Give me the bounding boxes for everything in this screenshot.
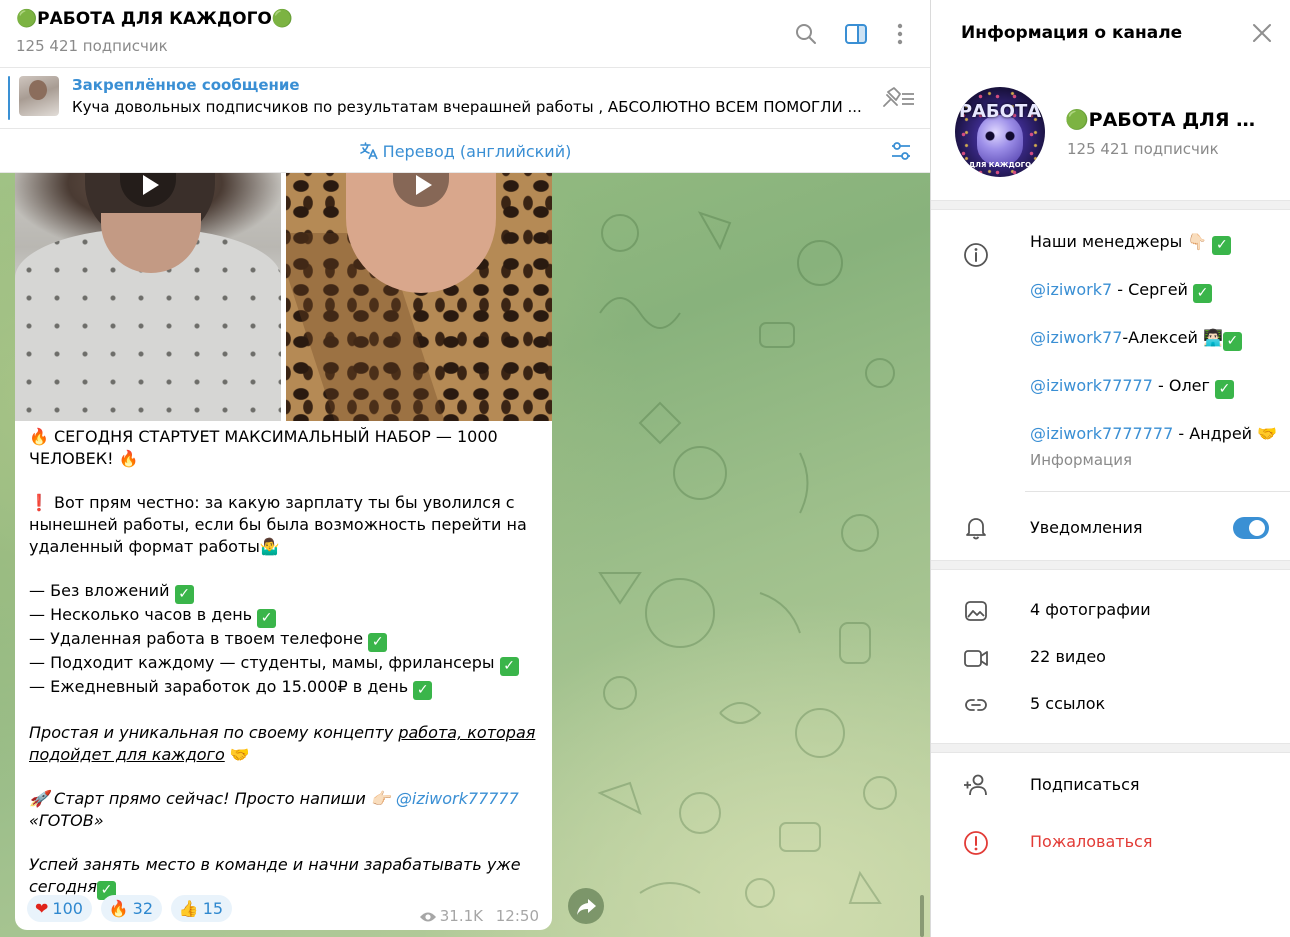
view-count: 31.1K xyxy=(439,907,483,925)
check-icon: ✓ xyxy=(1215,380,1235,399)
fire-icon: 🔥 xyxy=(108,899,129,918)
post-time: 12:50 xyxy=(495,907,539,925)
section-divider xyxy=(931,200,1290,210)
check-icon: ✓ xyxy=(257,609,277,628)
channel-avatar[interactable]: РАБОТА ДЛЯ КАЖДОГО xyxy=(955,87,1045,177)
pinned-thumbnail xyxy=(19,76,59,116)
media-videos[interactable]: 22 видео xyxy=(1030,647,1106,666)
mention-link[interactable]: @iziwork77777 xyxy=(396,789,519,808)
chat-scrollbar[interactable] xyxy=(920,895,924,937)
managers-heading: Наши менеджеры 👇🏻 ✓ xyxy=(1030,232,1232,255)
manager-link[interactable]: @iziwork77 xyxy=(1030,328,1122,347)
manager-line: @iziwork7777777 - Андрей 🤝 xyxy=(1030,424,1278,443)
manager-link[interactable]: @iziwork7777777 xyxy=(1030,424,1173,443)
media-links[interactable]: 5 ссылок xyxy=(1030,694,1105,713)
channel-post[interactable]: 🔥 СЕГОДНЯ СТАРТУЕТ МАКСИМАЛЬНЫЙ НАБОР — … xyxy=(15,173,552,930)
check-icon: ✓ xyxy=(413,681,433,700)
manager-line: @iziwork77-Алексей 👨🏻‍💻 ✓ xyxy=(1030,328,1242,351)
post-meta: 31.1K 12:50 xyxy=(419,907,539,925)
bell-icon xyxy=(966,518,986,540)
post-text: 🔥 СЕГОДНЯ СТАРТУЕТ МАКСИМАЛЬНЫЙ НАБОР — … xyxy=(29,426,539,900)
more-options-icon[interactable] xyxy=(888,22,912,46)
notifications-toggle[interactable] xyxy=(1233,517,1269,539)
thin-divider xyxy=(1025,491,1290,492)
reaction-thumbs-up[interactable]: 👍 15 xyxy=(170,895,233,922)
bullet-item: — Ежедневный заработок до 15.000₽ в день… xyxy=(29,676,539,700)
eye-icon xyxy=(419,912,436,922)
notifications-label: Уведомления xyxy=(1030,518,1143,537)
info-label: Информация xyxy=(1030,451,1133,469)
check-icon: ✓ xyxy=(1193,284,1213,303)
post-concept: Простая и уникальная по своему концепту … xyxy=(29,723,536,764)
pin-list-icon[interactable] xyxy=(880,86,918,110)
subscribe-button[interactable]: Подписаться xyxy=(1030,775,1140,794)
bullet-item: — Без вложений ✓ xyxy=(29,580,539,604)
check-icon: ✓ xyxy=(1222,332,1242,351)
play-icon[interactable] xyxy=(120,173,176,207)
check-icon: ✓ xyxy=(1212,236,1232,255)
bullet-item: — Подходит каждому — студенты, мамы, фри… xyxy=(29,652,539,676)
media-photos[interactable]: 4 фотографии xyxy=(1030,600,1151,619)
chat-subscriber-count: 125 421 подписчик xyxy=(16,37,168,55)
check-icon: ✓ xyxy=(174,585,194,604)
bullet-item: — Удаленная работа в твоем телефоне ✓ xyxy=(29,628,539,652)
channel-subscriber-count: 125 421 подписчик xyxy=(1067,140,1219,158)
translate-label: Перевод (английский) xyxy=(382,142,572,161)
translate-settings-icon[interactable] xyxy=(889,139,913,163)
manager-line: @iziwork7 - Сергей ✓ xyxy=(1030,280,1213,303)
share-icon xyxy=(577,899,596,915)
close-icon[interactable] xyxy=(1251,22,1273,44)
channel-info-panel: Информация о канале РАБОТА ДЛЯ КАЖДОГО 🟢… xyxy=(930,0,1290,937)
check-icon: ✓ xyxy=(499,657,519,676)
translate-bar[interactable]: Перевод (английский) xyxy=(0,129,930,173)
post-question: ❗ Вот прям честно: за какую зарплату ты … xyxy=(29,493,527,556)
check-icon: ✓ xyxy=(368,633,388,652)
post-headline-2: ЧЕЛОВЕК! 🔥 xyxy=(29,449,139,468)
video-icon xyxy=(964,650,988,667)
section-divider xyxy=(931,743,1290,753)
post-start-2: «ГОТОВ» xyxy=(29,811,104,830)
post-headline: 🔥 СЕГОДНЯ СТАРТУЕТ МАКСИМАЛЬНЫЙ НАБОР — … xyxy=(29,427,498,446)
section-divider xyxy=(931,560,1290,570)
share-button[interactable] xyxy=(568,888,604,924)
heart-icon: ❤ xyxy=(35,899,49,918)
report-button[interactable]: Пожаловаться xyxy=(1030,832,1152,851)
channel-name: 🟢РАБОТА ДЛЯ КАЖДОГО xyxy=(1065,109,1265,131)
add-user-icon xyxy=(964,774,987,796)
video-thumbnail-1[interactable] xyxy=(15,173,281,421)
translate-button[interactable]: Перевод (английский) xyxy=(0,141,930,161)
thumbs-up-icon: 👍 xyxy=(178,899,199,918)
report-icon xyxy=(964,831,988,855)
manager-link[interactable]: @iziwork7 xyxy=(1030,280,1112,299)
photo-icon xyxy=(965,601,987,621)
reaction-fire[interactable]: 🔥 32 xyxy=(100,895,163,922)
manager-link[interactable]: @iziwork77777 xyxy=(1030,376,1153,395)
sidebar-toggle-icon[interactable] xyxy=(844,22,868,46)
panel-title: Информация о канале xyxy=(961,23,1183,43)
video-thumbnail-2[interactable] xyxy=(286,173,552,421)
reactions-bar: ❤ 100 🔥 32 👍 15 xyxy=(27,895,236,923)
chat-area: 🟢РАБОТА ДЛЯ КАЖДОГО🟢 125 421 подписчик З… xyxy=(0,0,930,937)
info-icon xyxy=(964,243,988,267)
pinned-title: Закреплённое сообщение xyxy=(72,76,300,94)
chat-title[interactable]: 🟢РАБОТА ДЛЯ КАЖДОГО🟢 xyxy=(16,9,293,29)
link-icon xyxy=(965,699,987,711)
manager-line: @iziwork77777 - Олег ✓ xyxy=(1030,376,1235,399)
translate-icon xyxy=(359,142,378,160)
pinned-message-bar[interactable]: Закреплённое сообщение Куча довольных по… xyxy=(0,68,930,129)
post-start: 🚀 Старт прямо сейчас! Просто напиши 👉🏻 @… xyxy=(29,789,519,808)
pinned-indicator xyxy=(8,76,10,120)
search-icon[interactable] xyxy=(794,22,818,46)
pinned-text: Куча довольных подписчиков по результата… xyxy=(72,98,862,116)
avatar-brand-sub: ДЛЯ КАЖДОГО xyxy=(968,161,1032,169)
reaction-heart[interactable]: ❤ 100 xyxy=(27,895,92,922)
bullet-item: — Несколько часов в день ✓ xyxy=(29,604,539,628)
avatar-brand: РАБОТА xyxy=(958,101,1042,122)
post-final: Успей занять место в команде и начни зар… xyxy=(29,855,521,900)
chat-header[interactable]: 🟢РАБОТА ДЛЯ КАЖДОГО🟢 125 421 подписчик xyxy=(0,0,930,68)
